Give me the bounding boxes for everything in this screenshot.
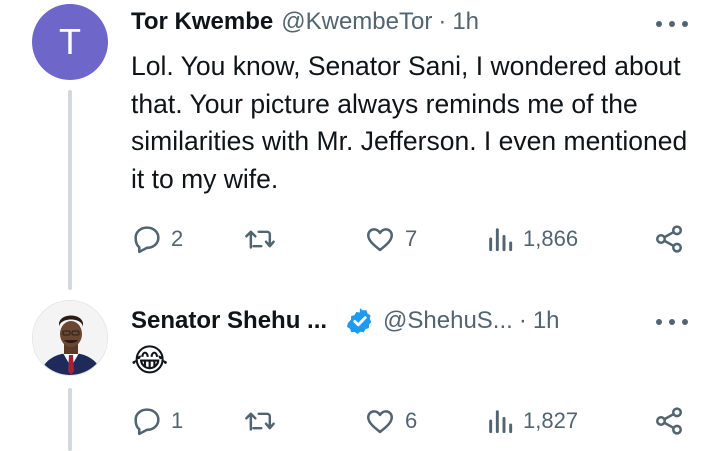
reply-icon (134, 226, 160, 254)
author-name[interactable]: Tor Kwembe (131, 8, 273, 36)
avatar[interactable] (32, 300, 108, 376)
more-icon[interactable] (656, 310, 688, 334)
separator: · (518, 307, 527, 334)
share-button[interactable] (653, 404, 685, 438)
retweet-button[interactable] (243, 222, 285, 256)
views-icon (489, 410, 513, 434)
share-button[interactable] (653, 222, 685, 256)
retweet-button[interactable] (243, 404, 285, 438)
timestamp[interactable]: 1h (452, 8, 479, 36)
like-button[interactable]: 7 (363, 222, 417, 256)
views-button[interactable]: 1,827 (485, 404, 578, 438)
tweet[interactable]: Senator Shehu ... @ShehuS... · 1h 😂 1 6 … (0, 300, 720, 451)
retweet-icon (245, 412, 275, 431)
like-icon (367, 228, 393, 252)
view-count: 1,866 (523, 226, 579, 251)
view-count: 1,827 (523, 408, 579, 433)
reply-count: 1 (171, 408, 184, 433)
author-handle[interactable]: @ShehuS... (383, 307, 513, 335)
reply-button[interactable]: 2 (131, 222, 183, 256)
like-button[interactable]: 6 (363, 404, 417, 438)
like-count: 6 (405, 408, 418, 433)
tweet-header: Tor Kwembe @KwembeTor · 1h (131, 8, 479, 36)
retweet-icon (245, 230, 275, 249)
verified-badge-icon (347, 308, 372, 334)
reply-button[interactable]: 1 (131, 404, 183, 438)
tweet-text: Lol. You know, Senator Sani, I wondered … (131, 51, 688, 194)
author-name[interactable]: Senator Shehu ... (131, 307, 327, 335)
author-handle[interactable]: @KwembeTor (281, 8, 432, 36)
timestamp[interactable]: 1h (533, 307, 560, 335)
tweet[interactable]: T Tor Kwembe @KwembeTor · 1h Lol. You kn… (0, 0, 720, 300)
reply-icon (134, 408, 160, 436)
like-icon (367, 410, 393, 434)
views-button[interactable]: 1,866 (485, 222, 578, 256)
more-icon[interactable] (656, 12, 688, 36)
views-icon (489, 228, 513, 252)
separator: · (438, 8, 447, 35)
like-count: 7 (405, 226, 418, 251)
thread-line (68, 388, 72, 451)
tweet-header: Senator Shehu ... @ShehuS... · 1h (131, 306, 560, 336)
avatar-initial: T (59, 21, 81, 62)
share-icon (656, 407, 682, 435)
avatar-photo (33, 301, 107, 375)
reply-count: 2 (171, 226, 184, 251)
thread-line (68, 90, 72, 290)
action-bar: 1 6 1,827 (131, 404, 691, 438)
share-icon (656, 225, 682, 253)
tweet-text: 😂 (131, 342, 169, 378)
avatar[interactable]: T (32, 4, 108, 80)
action-bar: 2 7 1,866 (131, 222, 691, 256)
